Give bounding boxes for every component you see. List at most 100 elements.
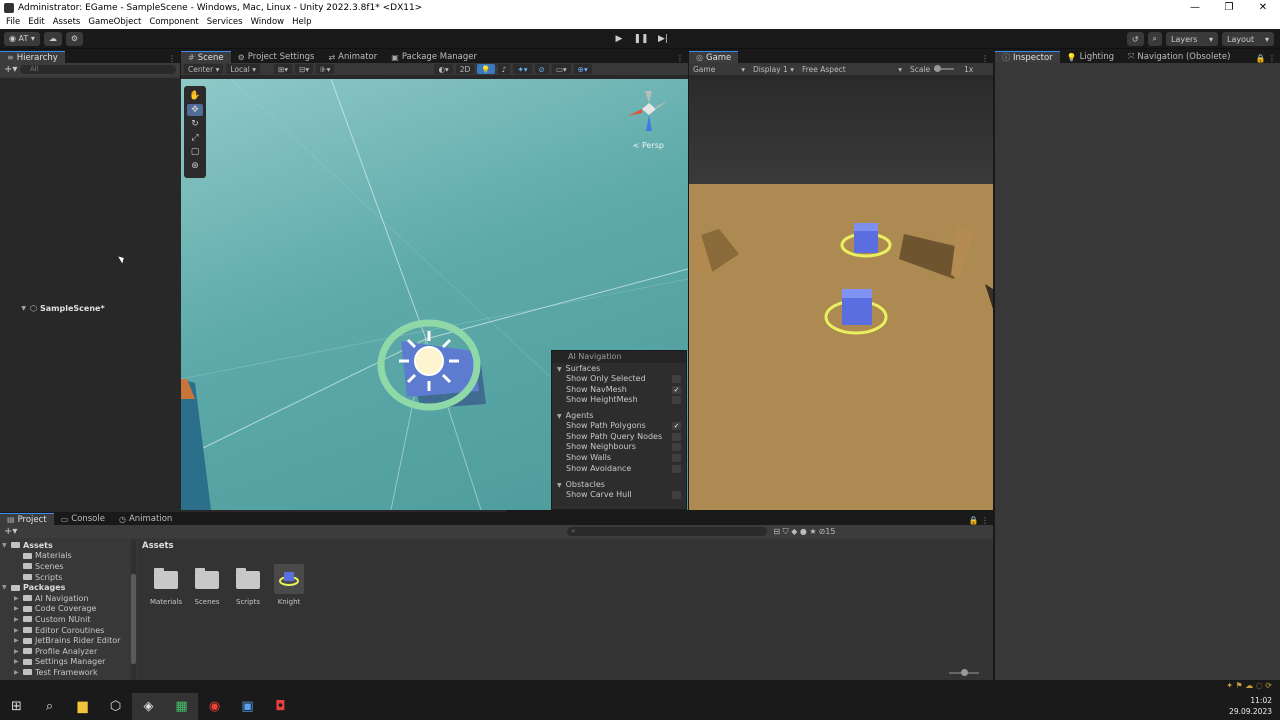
minimize-button[interactable]: — [1178, 2, 1212, 13]
breadcrumb[interactable]: Assets [138, 540, 993, 552]
layout-dropdown[interactable]: Layout ▾ [1222, 32, 1274, 46]
ai-nav-checkbox[interactable] [672, 443, 681, 452]
project-search-input[interactable]: ⌕ [567, 527, 768, 536]
expand-arrow-icon[interactable]: ▶ [14, 627, 23, 634]
maximize-button[interactable]: ❐ [1212, 2, 1246, 13]
tab-inspector[interactable]: ⓘ Inspector [995, 51, 1060, 63]
tab-animator[interactable]: ⇄ Animator [321, 51, 384, 63]
expand-arrow-icon[interactable]: ▼ [4, 305, 30, 312]
project-tree-item[interactable]: ▶ Profile Analyzer [0, 646, 136, 657]
expand-arrow-icon[interactable]: ▶ [14, 669, 23, 676]
hand-tool-icon[interactable]: ✋ [187, 90, 203, 102]
expand-arrow-icon[interactable]: ▼ [2, 584, 11, 591]
camera-icon[interactable]: ▭▾ [551, 64, 571, 74]
tab-animation[interactable]: ◷ Animation [112, 513, 179, 525]
project-tree-item[interactable]: ▶ Editor Coroutines [0, 625, 136, 636]
add-icon[interactable]: +▾ [4, 64, 20, 75]
close-button[interactable]: ✕ [1246, 2, 1280, 13]
search-icon[interactable]: ⌕ [1147, 32, 1162, 46]
filter-icons[interactable]: ⊟ ⛉ ◆ ● ★ [773, 527, 816, 537]
scale-slider[interactable] [934, 65, 955, 72]
expand-arrow-icon[interactable]: ▶ [14, 605, 23, 612]
menu-window[interactable]: Window [251, 17, 285, 27]
space-dropdown[interactable]: Local ▾ [226, 64, 261, 74]
status-icons[interactable]: ✦ ⚑ ☁ ◌ ⟳ [1226, 681, 1272, 690]
hidden-count-icon[interactable]: ⊘15 [819, 527, 836, 536]
move-tool-icon[interactable]: ✥ [187, 104, 203, 116]
play-icon[interactable]: ▶ [608, 32, 630, 46]
project-tree-item[interactable]: ▶ Custom NUnit [0, 614, 136, 625]
shading-icon[interactable]: ◐▾ [434, 64, 453, 74]
project-tree-item[interactable]: Materials [0, 551, 136, 562]
project-tree-item[interactable]: ▶ JetBrains Rider Editor [0, 635, 136, 646]
rect-tool-icon[interactable]: ▢ [187, 146, 203, 158]
gizmos-icon[interactable]: ⊕▾ [573, 64, 592, 74]
tab-package-manager[interactable]: ▣ Package Manager [384, 51, 484, 63]
project-tree-item[interactable]: ▼ Assets [0, 540, 136, 551]
tab-lighting[interactable]: 💡 Lighting [1060, 51, 1121, 63]
expand-arrow-icon[interactable]: ▶ [14, 637, 23, 644]
project-tree-item[interactable]: ▶ AI Navigation [0, 593, 136, 604]
menu-component[interactable]: Component [149, 17, 198, 27]
menu-file[interactable]: File [6, 17, 20, 27]
game-viewport[interactable] [689, 79, 993, 510]
expand-arrow-icon[interactable]: ▶ [14, 648, 23, 655]
tab-navigation[interactable]: ⤧ Navigation (Obsolete) [1121, 51, 1237, 63]
hierarchy-search-input[interactable]: All [20, 65, 176, 74]
aspect-dropdown[interactable]: Free Aspect ▾ [798, 65, 906, 74]
tab-scene[interactable]: # Scene [181, 51, 231, 63]
tab-hierarchy[interactable]: ≡ Hierarchy [0, 51, 65, 63]
asset-prefab[interactable]: Knight [269, 564, 309, 606]
ai-nav-checkbox[interactable] [672, 490, 681, 499]
account-button[interactable]: ◉ AT ▾ [4, 31, 40, 46]
add-icon[interactable]: +▾ [4, 526, 17, 537]
search-icon[interactable]: ⌕ [33, 693, 66, 720]
more-icon[interactable]: ⋮ [168, 54, 180, 63]
file-explorer-icon[interactable]: ▆ [66, 693, 99, 720]
cloud-icon[interactable]: ☁ [43, 31, 62, 46]
system-clock[interactable]: 11:02 29.09.2023 [1229, 695, 1272, 717]
ai-nav-checkbox[interactable]: ✓ [672, 422, 681, 431]
menu-edit[interactable]: Edit [28, 17, 44, 27]
scene-viewport[interactable]: ✋ ✥ ↻ ⤢ ▢ ⊛ < Persp AI Navigation ▼ Surfa… [181, 79, 688, 510]
windows-start-icon[interactable]: ⊞ [0, 693, 33, 720]
display-dropdown[interactable]: Display 1 ▾ [749, 65, 798, 74]
ai-nav-checkbox[interactable] [672, 464, 681, 473]
expand-arrow-icon[interactable]: ▼ [2, 542, 11, 549]
grid-icon[interactable]: ⊟▾ [295, 64, 314, 74]
recorder-icon[interactable]: ◘ [264, 693, 297, 720]
step-icon[interactable]: ▶| [652, 32, 674, 46]
asset-folder[interactable]: Scenes [187, 564, 227, 606]
projection-label[interactable]: < Persp [633, 141, 664, 150]
increment-snap-icon[interactable]: ⊪▾ [316, 64, 335, 74]
tab-project[interactable]: ▤ Project [0, 513, 54, 525]
asset-folder[interactable]: Materials [146, 564, 186, 606]
expand-arrow-icon[interactable]: ▶ [14, 595, 23, 602]
project-tree-item[interactable]: Scenes [0, 561, 136, 572]
unity-editor-icon[interactable]: ◈ [132, 693, 165, 720]
game-mode-dropdown[interactable]: Game ▾ [689, 65, 749, 74]
tree-scrollbar[interactable] [131, 540, 136, 680]
collab-icon[interactable]: ⚙ [65, 31, 84, 46]
icon-size-slider[interactable] [949, 669, 979, 676]
asset-folder[interactable]: Scripts [228, 564, 268, 606]
project-tree-item[interactable]: ▼ Packages [0, 582, 136, 593]
pause-icon[interactable]: ❚❚ [630, 32, 652, 46]
ai-nav-section-header[interactable]: ▼ Surfaces [552, 363, 686, 374]
project-tree-item[interactable]: ▶ Code Coverage [0, 604, 136, 615]
transform-tool-icon[interactable]: ⊛ [187, 160, 203, 172]
history-icon[interactable]: ↺ [1126, 32, 1144, 46]
pivot-dropdown[interactable]: Center ▾ [184, 64, 224, 74]
expand-arrow-icon[interactable]: ▶ [14, 616, 23, 623]
menu-help[interactable]: Help [292, 17, 311, 27]
lighting-icon[interactable]: 💡 [477, 64, 495, 74]
ai-nav-checkbox[interactable] [672, 454, 681, 463]
tab-project-settings[interactable]: ⚙ Project Settings [231, 51, 322, 63]
scale-tool-icon[interactable]: ⤢ [187, 132, 203, 144]
expand-arrow-icon[interactable]: ▶ [14, 658, 23, 665]
app-icon[interactable]: ▣ [231, 693, 264, 720]
lock-icon[interactable]: 🔒 ⋮ [968, 516, 993, 525]
layers-dropdown[interactable]: Layers ▾ [1166, 32, 1218, 46]
mode-2d-button[interactable]: 2D [455, 64, 475, 74]
ai-nav-checkbox[interactable]: ✓ [672, 385, 681, 394]
